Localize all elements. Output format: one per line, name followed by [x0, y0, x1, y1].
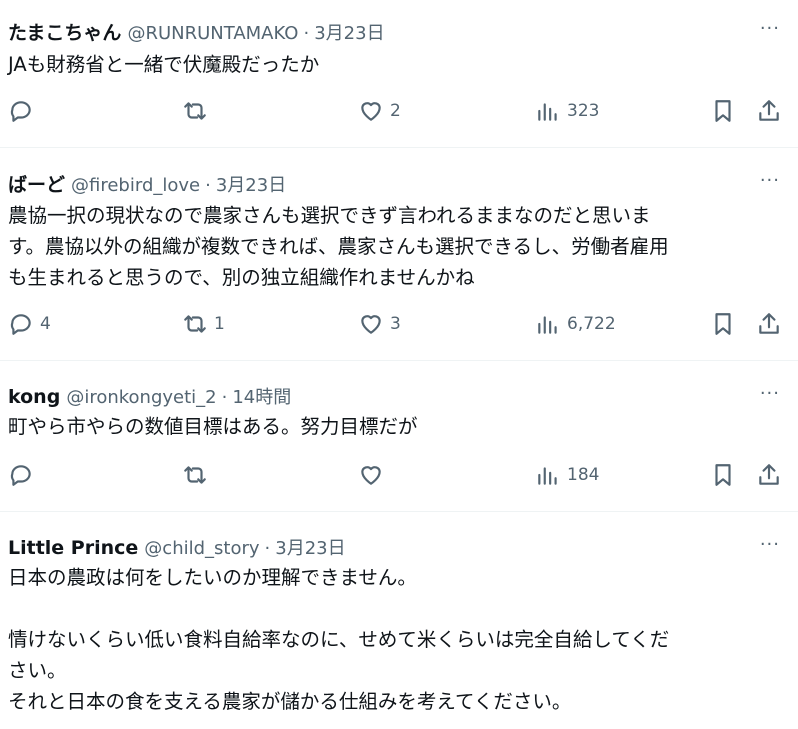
like-count: 2: [390, 101, 401, 121]
tweet-text-line: 農協一択の現状なので農家さんも選択できず言われるままなのだと思いま: [8, 204, 651, 227]
tweet-text-line: [8, 593, 790, 624]
retweet-button[interactable]: 1: [182, 311, 225, 337]
reply-icon: [10, 465, 31, 486]
views-button[interactable]: 323: [535, 98, 599, 124]
more-options-button[interactable]: ···: [760, 170, 780, 191]
retweet-icon: [184, 315, 206, 333]
reply-button[interactable]: [8, 98, 40, 124]
reply-button[interactable]: 4: [8, 311, 51, 337]
reply-icon: [10, 101, 31, 122]
author-name[interactable]: kong: [8, 386, 60, 408]
tweet-text-line: も生まれると思うので、別の独立組織作れませんかね: [8, 266, 475, 289]
separator: ·: [264, 538, 271, 559]
tweet-text-line: 情けないくらい低い食料自給率なのに、せめて米くらいは完全自給してくだ: [8, 628, 670, 651]
separator: ·: [303, 23, 310, 44]
reply-feed: たまこちゃん @RUNRUNTAMAKO · 3月23日 ··· JAも財務省と…: [0, 0, 798, 729]
timestamp[interactable]: 14時間: [232, 383, 291, 409]
share-button[interactable]: [756, 98, 782, 124]
like-button[interactable]: 2: [358, 98, 401, 124]
retweet-count: 1: [214, 314, 225, 334]
tweet-header: kong @ironkongyeti_2 · 14時間: [8, 361, 790, 409]
tweet[interactable]: Little Prince @child_story · 3月23日 ··· 日…: [0, 512, 798, 729]
tweet-header: たまこちゃん @RUNRUNTAMAKO · 3月23日: [8, 0, 790, 45]
share-icon: [759, 464, 779, 485]
bookmark-button[interactable]: [710, 462, 736, 488]
author-handle[interactable]: @child_story: [144, 538, 259, 559]
tweet-text-line: JAも財務省と一緒で伏魔殿だったか: [8, 53, 320, 76]
separator: ·: [221, 387, 228, 408]
views-button[interactable]: 6,722: [535, 311, 616, 337]
tweet-header: Little Prince @child_story · 3月23日: [8, 512, 790, 560]
share-button[interactable]: [756, 462, 782, 488]
views-icon: [538, 316, 557, 334]
reply-icon: [10, 314, 31, 335]
tweet-text: 農協一択の現状なので農家さんも選択できず言われるままなのだと思いま す。農協以外…: [8, 200, 790, 293]
views-icon: [538, 103, 557, 121]
view-count: 6,722: [567, 314, 616, 334]
bookmark-button[interactable]: [710, 311, 736, 337]
retweet-button[interactable]: [182, 462, 214, 488]
bookmark-icon: [715, 464, 731, 486]
heart-icon: [361, 315, 381, 334]
bookmark-icon: [715, 100, 731, 122]
bookmark-icon: [715, 313, 731, 335]
retweet-icon: [184, 102, 206, 120]
like-button[interactable]: [358, 462, 390, 488]
action-bar: 4 1 3 6,722: [0, 311, 798, 343]
view-count: 323: [567, 101, 600, 121]
tweet[interactable]: たまこちゃん @RUNRUNTAMAKO · 3月23日 ··· JAも財務省と…: [0, 0, 798, 148]
tweet-text: 町やら市やらの数値目標はある。努力目標だが: [8, 411, 790, 442]
action-bar: 2 323: [0, 98, 798, 130]
tweet-header: ばーど @firebird_love · 3月23日: [8, 148, 790, 197]
action-bar: 184: [0, 462, 798, 494]
tweet[interactable]: kong @ironkongyeti_2 · 14時間 ··· 町やら市やらの数…: [0, 361, 798, 512]
tweet-text: 日本の農政は何をしたいのか理解できません。 情けないくらい低い食料自給率なのに、…: [8, 562, 790, 717]
more-options-button[interactable]: ···: [760, 534, 780, 555]
like-button[interactable]: 3: [358, 311, 401, 337]
tweet-text-line: それと日本の食を支える農家が儲かる仕組みを考えてください。: [8, 690, 572, 713]
tweet-text-line: す。農協以外の組織が複数できれば、農家さんも選択できるし、労働者雇用: [8, 235, 669, 258]
timestamp[interactable]: 3月23日: [275, 534, 345, 560]
heart-icon: [361, 466, 381, 485]
tweet-text-line: 日本の農政は何をしたいのか理解できません。: [8, 566, 417, 589]
tweet-text-line: 町やら市やらの数値目標はある。努力目標だが: [8, 415, 418, 438]
separator: ·: [205, 175, 211, 196]
reply-count: 4: [40, 314, 51, 334]
heart-icon: [361, 102, 381, 121]
author-name[interactable]: ばーど: [8, 170, 65, 197]
timestamp[interactable]: 3月23日: [314, 19, 384, 45]
bookmark-button[interactable]: [710, 98, 736, 124]
retweet-icon: [184, 466, 206, 484]
tweet-text: JAも財務省と一緒で伏魔殿だったか: [8, 49, 790, 80]
share-button[interactable]: [756, 311, 782, 337]
like-count: 3: [390, 314, 401, 334]
author-handle[interactable]: @RUNRUNTAMAKO: [127, 23, 298, 44]
share-icon: [759, 313, 779, 334]
author-handle[interactable]: @ironkongyeti_2: [66, 387, 216, 408]
view-count: 184: [567, 465, 600, 485]
author-name[interactable]: たまこちゃん: [8, 18, 121, 45]
views-icon: [538, 467, 557, 485]
tweet[interactable]: ばーど @firebird_love · 3月23日 ··· 農協一択の現状なの…: [0, 148, 798, 361]
more-options-button[interactable]: ···: [760, 383, 780, 404]
share-icon: [759, 100, 779, 121]
timestamp[interactable]: 3月23日: [216, 171, 286, 197]
views-button[interactable]: 184: [535, 462, 599, 488]
author-name[interactable]: Little Prince: [8, 537, 138, 559]
reply-button[interactable]: [8, 462, 40, 488]
retweet-button[interactable]: [182, 98, 214, 124]
tweet-text-line: さい。: [8, 659, 67, 682]
more-options-button[interactable]: ···: [760, 18, 780, 39]
author-handle[interactable]: @firebird_love: [71, 175, 200, 196]
